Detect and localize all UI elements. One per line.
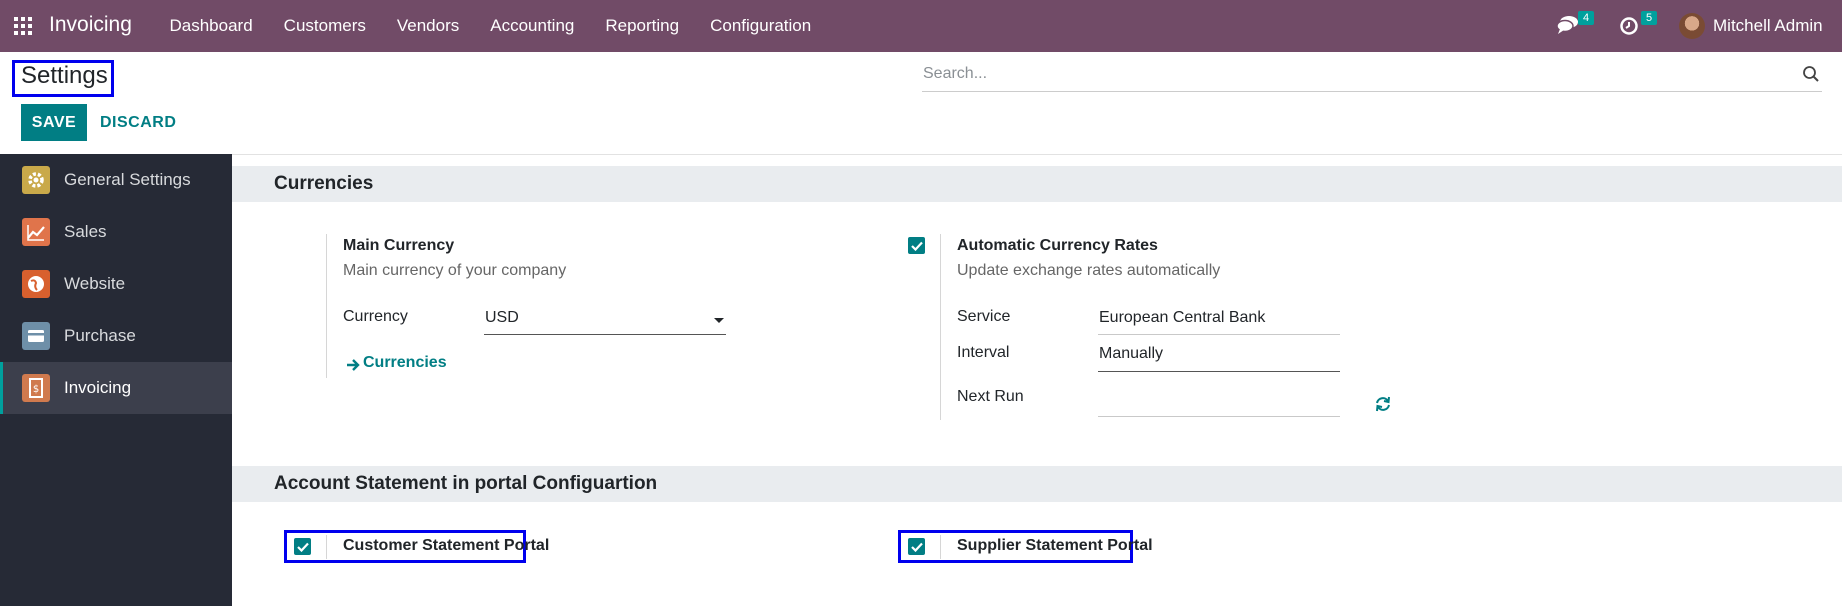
search-bar[interactable]: Search... <box>922 60 1822 92</box>
supplier-portal-checkbox[interactable] <box>908 538 925 555</box>
activities-badge: 5 <box>1641 11 1658 25</box>
service-value: European Central Bank <box>1099 309 1266 326</box>
next-run-field[interactable] <box>1098 391 1340 417</box>
arrow-right-icon <box>347 359 360 371</box>
messages-badge: 4 <box>1578 11 1595 25</box>
main-currency-description: Main currency of your company <box>343 262 567 279</box>
search-input[interactable]: Search... <box>923 65 987 83</box>
messages-button[interactable]: 4 <box>1556 11 1595 41</box>
svg-text:$: $ <box>33 384 39 395</box>
currencies-section-header: Currencies <box>232 166 1842 202</box>
next-run-label: Next Run <box>957 388 1024 405</box>
sidebar-item-general-settings[interactable]: General Settings <box>0 154 232 206</box>
divider <box>940 535 941 559</box>
auto-rates-checkbox[interactable] <box>908 237 925 254</box>
chevron-down-icon <box>714 318 724 323</box>
globe-icon <box>22 270 50 298</box>
sidebar-item-label: Sales <box>64 222 107 241</box>
sidebar-item-purchase[interactable]: Purchase <box>0 310 232 362</box>
sidebar-item-website[interactable]: Website <box>0 258 232 310</box>
menu-configuration[interactable]: Configuration <box>695 16 827 36</box>
invoice-icon: $ <box>22 374 50 402</box>
activities-button[interactable]: 5 <box>1619 11 1658 41</box>
sidebar-item-sales[interactable]: Sales <box>0 206 232 258</box>
top-navbar: Invoicing Dashboard Customers Vendors Ac… <box>0 0 1842 52</box>
customer-portal-checkbox[interactable] <box>294 538 311 555</box>
interval-value: Manually <box>1099 345 1164 362</box>
service-select[interactable]: European Central Bank <box>1098 309 1340 335</box>
portal-section-header: Account Statement in portal Configuartio… <box>232 466 1842 502</box>
menu-dashboard[interactable]: Dashboard <box>154 16 268 36</box>
divider <box>326 535 327 559</box>
main-menu: Dashboard Customers Vendors Accounting R… <box>154 0 827 52</box>
chart-icon <box>22 218 50 246</box>
settings-content: Currencies Main Currency Main currency o… <box>232 154 1842 606</box>
card-icon <box>22 322 50 350</box>
clock-icon <box>1620 17 1638 35</box>
section-title: Account Statement in portal Configuartio… <box>274 473 658 494</box>
gear-icon <box>22 166 50 194</box>
discard-button[interactable]: DISCARD <box>100 104 176 141</box>
section-title: Currencies <box>274 173 374 194</box>
sidebar-item-label: Website <box>64 274 126 293</box>
app-name[interactable]: Invoicing <box>49 13 132 37</box>
user-name[interactable]: Mitchell Admin <box>1713 16 1823 36</box>
user-avatar[interactable] <box>1679 13 1705 39</box>
apps-menu-icon[interactable] <box>14 17 32 35</box>
menu-reporting[interactable]: Reporting <box>590 16 695 36</box>
sidebar-item-invoicing[interactable]: $ Invoicing <box>0 362 232 414</box>
title-highlight <box>12 60 114 97</box>
menu-vendors[interactable]: Vendors <box>381 16 474 36</box>
interval-select[interactable]: Manually <box>1098 345 1340 372</box>
checkmark-icon <box>910 241 923 251</box>
sidebar-item-label: General Settings <box>64 170 191 189</box>
settings-sidebar: General Settings Sales Website Purchase … <box>0 154 232 606</box>
menu-accounting[interactable]: Accounting <box>475 16 590 36</box>
sidebar-item-label: Purchase <box>64 326 136 345</box>
search-icon[interactable] <box>1802 65 1820 83</box>
save-button[interactable]: SAVE <box>21 104 87 141</box>
auto-rates-title: Automatic Currency Rates <box>957 237 1158 254</box>
checkmark-icon <box>910 542 923 552</box>
auto-rates-description: Update exchange rates automatically <box>957 262 1221 279</box>
interval-label: Interval <box>957 344 1010 361</box>
customer-portal-label: Customer Statement Portal <box>343 537 550 554</box>
supplier-portal-label: Supplier Statement Portal <box>957 537 1153 554</box>
service-label: Service <box>957 308 1011 325</box>
currencies-link-label: Currencies <box>363 354 447 371</box>
main-currency-title: Main Currency <box>343 237 455 254</box>
currency-label: Currency <box>343 308 408 325</box>
sidebar-item-label: Invoicing <box>64 378 132 397</box>
checkmark-icon <box>296 542 309 552</box>
chat-icon <box>1556 16 1578 34</box>
currency-value: USD <box>485 309 519 326</box>
refresh-icon[interactable] <box>1374 395 1392 413</box>
currency-select[interactable]: USD <box>484 309 726 335</box>
divider <box>326 234 327 378</box>
divider <box>940 234 941 420</box>
menu-customers[interactable]: Customers <box>268 16 381 36</box>
